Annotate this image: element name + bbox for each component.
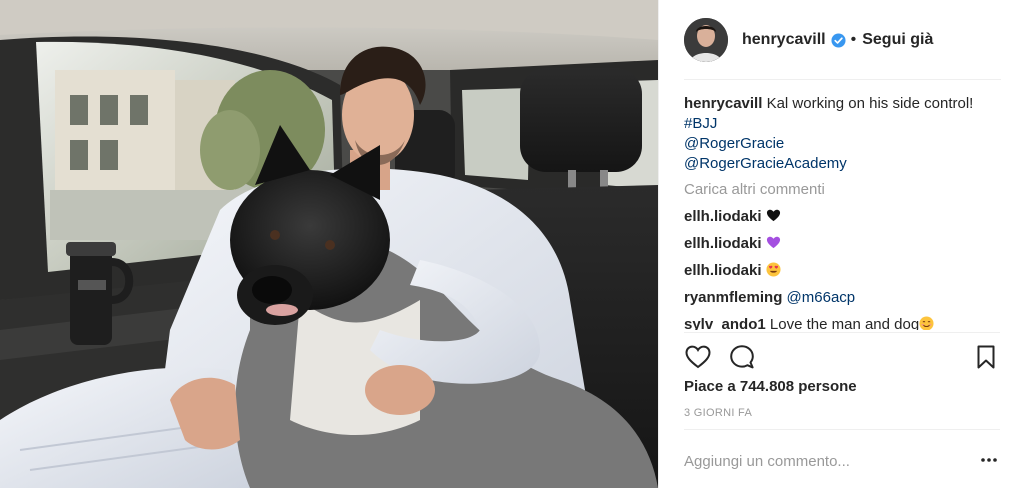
heart-outline-icon[interactable] [684, 343, 712, 371]
actions-divider [684, 332, 1000, 333]
post-side-panel: henrycavill • Segui già henrycavill Kal … [658, 0, 1024, 488]
comment-item: ryanmfleming @m66acp [684, 288, 1002, 308]
post-timestamp[interactable]: 3 GIORNI FA [684, 407, 752, 419]
black-heart-icon [766, 209, 780, 222]
header-separator: • [850, 31, 857, 48]
instagram-post: henrycavill • Segui già henrycavill Kal … [0, 0, 1024, 488]
comment-item: ellh.liodaki [684, 234, 1002, 254]
comment-item: ellh.liodaki [684, 261, 1002, 281]
caption-mention[interactable]: @RogerGracieAcademy [684, 154, 1002, 174]
post-header: henrycavill • Segui già [659, 0, 1024, 80]
comment-item: sylv_ando1 Love the man and dog [684, 315, 1002, 330]
comment-username[interactable]: ellh.liodaki [684, 208, 762, 225]
comment-input-divider [684, 429, 1000, 430]
add-comment-input[interactable] [684, 450, 954, 472]
post-actions [684, 343, 1000, 371]
comment-username[interactable]: ryanmfleming [684, 289, 782, 306]
heart-eyes-icon [766, 262, 781, 277]
photo-illustration [0, 0, 658, 488]
caption-hashtag[interactable]: #BJJ [684, 114, 1002, 134]
caption-username[interactable]: henrycavill [684, 95, 762, 112]
more-options-icon[interactable] [980, 455, 998, 465]
caption-text: Kal working on his side control! [766, 95, 974, 112]
verified-badge-icon [831, 32, 846, 48]
comments-list[interactable]: henrycavill Kal working on his side cont… [684, 94, 1002, 330]
smiling-face-icon [919, 316, 934, 330]
post-photo[interactable] [0, 0, 658, 488]
avatar-image [684, 18, 728, 62]
comment-username[interactable]: ellh.liodaki [684, 262, 762, 279]
load-more-comments-button[interactable]: Carica altri commenti [684, 180, 1002, 200]
post-caption: henrycavill Kal working on his side cont… [684, 94, 1002, 174]
purple-heart-icon [766, 236, 780, 249]
likes-count[interactable]: Piace a 744.808 persone [684, 378, 857, 395]
header-divider [684, 79, 1001, 80]
comment-bubble-icon[interactable] [728, 343, 756, 371]
comment-text: Love the man and dog [769, 316, 920, 330]
comment-username[interactable]: ellh.liodaki [684, 235, 762, 252]
following-button[interactable]: Segui già [862, 31, 933, 49]
comment-username[interactable]: sylv_ando1 [684, 316, 766, 330]
header-username[interactable]: henrycavill [742, 31, 826, 49]
comment-item: ellh.liodaki [684, 207, 1002, 227]
bookmark-icon[interactable] [972, 343, 1000, 371]
avatar[interactable] [684, 18, 728, 62]
caption-mention[interactable]: @RogerGracie [684, 134, 1002, 154]
comment-mention[interactable]: @m66acp [787, 289, 856, 306]
